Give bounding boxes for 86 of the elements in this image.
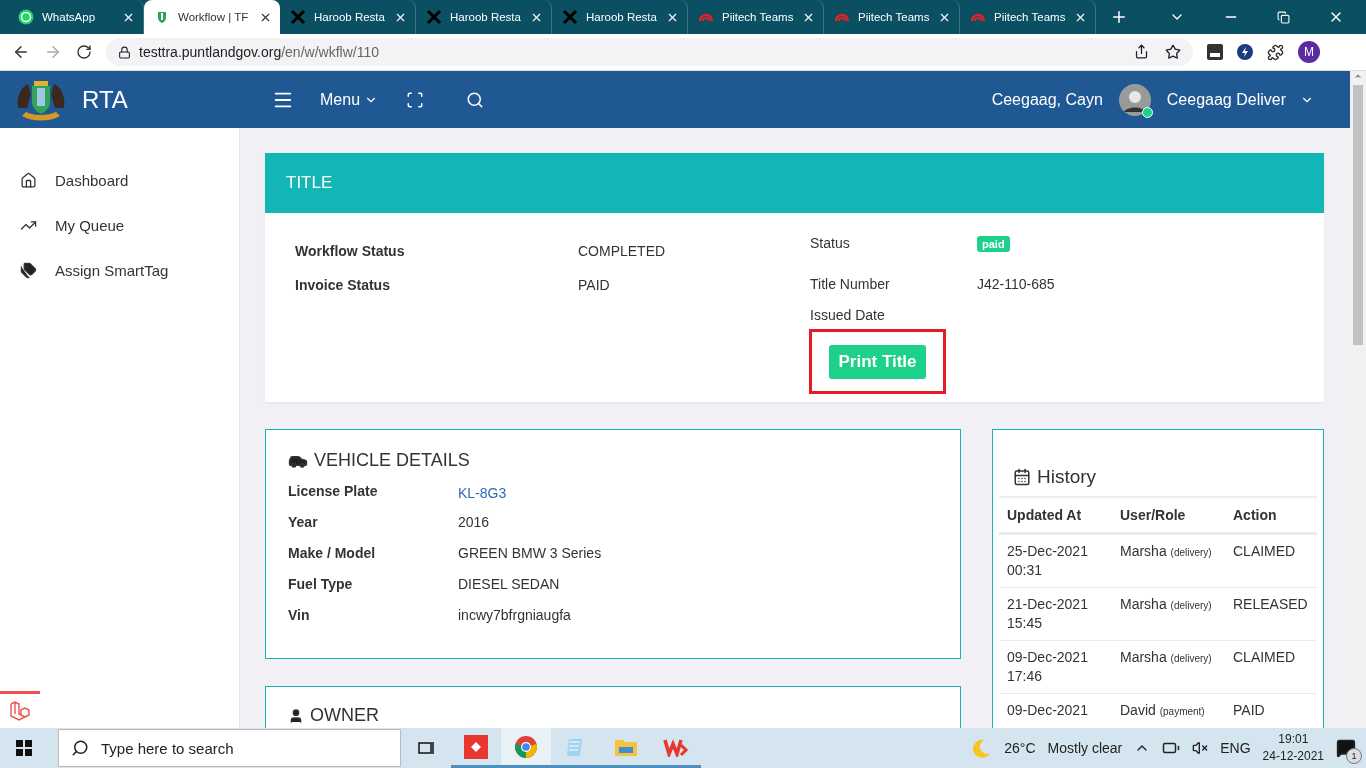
restore-icon[interactable]	[1277, 10, 1290, 24]
profile-avatar[interactable]: M	[1298, 41, 1320, 63]
weather-text: Mostly clear	[1047, 740, 1123, 756]
extensions-icon[interactable]	[1267, 43, 1284, 61]
cross-logo-icon	[562, 9, 578, 25]
temperature: 26°C	[1004, 740, 1036, 756]
reload-icon[interactable]	[76, 44, 92, 60]
search-icon[interactable]	[466, 90, 485, 109]
cross-logo-icon	[290, 9, 306, 25]
field-label: Year	[288, 513, 319, 532]
field-value: 2016	[458, 513, 491, 532]
person-icon	[288, 707, 304, 724]
menu-dropdown[interactable]: Menu	[320, 90, 379, 109]
avatar[interactable]	[1118, 83, 1151, 116]
user-text: Marsha (delivery)	[1120, 595, 1213, 614]
date-text: 21-Dec-2021	[1007, 595, 1089, 614]
field-label: Title Number	[810, 276, 891, 294]
app-logo-text: RTA	[82, 85, 128, 114]
time-text: 17:46	[1007, 667, 1044, 686]
chat-logo-icon	[18, 9, 34, 25]
column-header: Action	[1233, 507, 1278, 523]
tags-icon	[20, 262, 37, 279]
user-name: Ceegaag, Cayn	[991, 90, 1103, 109]
card-title: History	[1037, 466, 1097, 488]
user-text: Marsha (delivery)	[1120, 542, 1213, 561]
scroll-up-icon[interactable]	[1353, 71, 1363, 81]
new-tab-icon[interactable]	[1110, 8, 1128, 26]
field-value: J42-110-685	[977, 276, 1056, 294]
time-text: 00:31	[1007, 561, 1044, 580]
field-label: Fuel Type	[288, 575, 354, 594]
fullscreen-icon[interactable]	[406, 90, 425, 109]
account-dropdown[interactable]: Ceegaag Deliver	[1166, 90, 1314, 109]
bookmark-star-icon[interactable]	[1165, 44, 1181, 60]
card-header: TITLE	[265, 153, 1324, 213]
moon-icon	[970, 737, 993, 759]
action-text: CLAIMED	[1233, 542, 1297, 561]
extension-icon[interactable]	[1207, 44, 1223, 60]
card-title: VEHICLE DETAILS	[314, 450, 470, 471]
time-text: 15:45	[1007, 614, 1044, 633]
action-text: RELEASED	[1233, 595, 1309, 614]
field-label: Status	[810, 235, 851, 253]
share-icon[interactable]	[1134, 44, 1149, 59]
column-header: User/Role	[1120, 507, 1187, 523]
address-field[interactable]: testtra.puntlandgov.org/en/w/wkflw/110	[106, 38, 1193, 66]
sidebar-item[interactable]: Dashboard	[0, 158, 239, 203]
notification-count: 1	[1346, 748, 1362, 764]
user-text: Marsha (delivery)	[1120, 648, 1213, 667]
plate-link[interactable]: KL-8G3	[458, 484, 938, 501]
date-text: 09-Dec-2021	[1007, 648, 1089, 667]
action-text: CLAIMED	[1233, 648, 1297, 667]
language-indicator[interactable]: ENG	[1220, 740, 1251, 756]
clock[interactable]: 19:01 24-12-2021	[1262, 731, 1324, 765]
browser-tab[interactable]: Workflow | TF	[144, 0, 280, 34]
lock-icon	[118, 45, 131, 59]
user-text: David (payment)	[1120, 701, 1206, 720]
date-text: 09-Dec-2021	[1007, 701, 1089, 720]
field-label: Make / Model	[288, 544, 377, 563]
browser-app-icon[interactable]	[501, 728, 551, 768]
field-value: GREEN BMW 3 Series	[458, 544, 603, 563]
field-value: COMPLETED	[578, 243, 667, 261]
field-label: Workflow Status	[295, 243, 406, 261]
card-title: OWNER	[310, 705, 379, 726]
taskbar-search-field[interactable]: Type here to search	[58, 729, 401, 767]
column-header: Updated At	[1007, 507, 1083, 523]
action-text: PAID	[1233, 701, 1266, 720]
calendar-icon	[1013, 468, 1031, 486]
extension-icon[interactable]	[1237, 44, 1253, 60]
status-badge: paid	[977, 236, 1010, 252]
cross-logo-icon	[426, 9, 442, 25]
field-value: incwy7bfrgniaugfa	[458, 606, 572, 625]
muted-speaker-icon[interactable]	[1192, 740, 1209, 756]
field-label: Invoice Status	[295, 277, 391, 295]
sidebar-item[interactable]: My Queue	[0, 203, 239, 248]
sidebar-item[interactable]: Assign SmartTag	[0, 248, 239, 293]
home-icon	[20, 172, 37, 189]
field-label: License Plate	[288, 482, 379, 501]
date-text: 25-Dec-2021	[1007, 542, 1089, 561]
scrollbar-thumb[interactable]	[1353, 85, 1363, 345]
field-label: Vin	[288, 606, 311, 625]
field-value: DIESEL SEDAN	[458, 575, 561, 594]
framework-logo-icon	[9, 700, 31, 722]
scrollbar[interactable]	[1350, 71, 1366, 728]
field-label: Issued Date	[810, 307, 886, 325]
field-value: PAID	[578, 277, 611, 295]
search-icon	[71, 739, 89, 757]
back-icon[interactable]	[12, 43, 30, 61]
